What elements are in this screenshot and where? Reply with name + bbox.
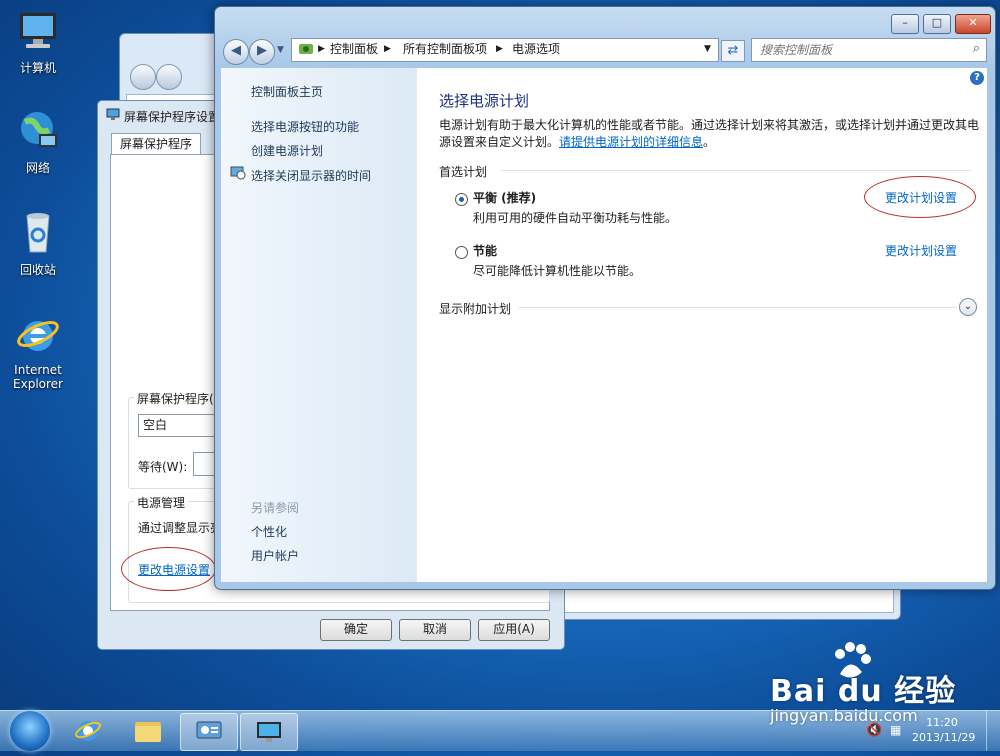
page-description-line2: 源设置来自定义计划。请提供电源计划的详细信息。 [439,133,715,150]
change-plan-settings-power-saver-link[interactable]: 更改计划设置 [885,242,957,259]
taskbar-control-panel-button[interactable] [180,713,238,751]
internet-explorer-icon [75,721,101,741]
sidebar-item-power-buttons[interactable]: 选择电源按钮的功能 [251,118,359,135]
plan-desc-power-saver: 尽可能降低计算机性能以节能。 [473,264,642,278]
search-box[interactable]: ⌕ [751,38,987,62]
sidebar-item-home[interactable]: 控制面板主页 [251,83,323,100]
change-plan-settings-balanced-link[interactable]: 更改计划设置 [885,189,957,206]
desktop-icon-label: Internet Explorer [13,363,63,391]
watermark-brand: Bai du 经验 [770,674,957,709]
tab-screensaver[interactable]: 屏幕保护程序 [111,133,202,154]
sidebar-item-create-plan[interactable]: 创建电源计划 [251,142,323,159]
desktop-icon-computer[interactable]: 计算机 [3,8,73,76]
address-dropdown-icon[interactable]: ▼ [704,39,711,60]
sidebar-item-user-accounts[interactable]: 用户帐户 [251,547,299,564]
plan-details-link[interactable]: 请提供电源计划的详细信息 [559,135,703,149]
volume-muted-icon[interactable]: 🔇 [866,723,882,738]
breadcrumb-item[interactable]: 所有控制面板项 [403,39,487,60]
description-text: 源设置来自定义计划。 [439,135,560,149]
network-globe-icon [21,112,57,147]
dialog-title: 屏幕保护程序设置 [124,110,221,124]
page-description-line1: 电源计划有助于最大化计算机的性能或者节能。通过选择计划来将其激活，或选择计划并通… [439,118,980,132]
change-power-settings-link[interactable]: 更改电源设置 [138,561,210,578]
desktop-icon-network[interactable]: 网络 [3,108,73,176]
apply-button[interactable]: 应用(A) [478,619,550,641]
maximize-button[interactable]: □ [923,14,951,34]
taskbar-explorer-button[interactable] [120,713,176,749]
forward-button[interactable]: ▶ [249,39,275,65]
internet-explorer-icon [17,321,59,351]
desktop-icon-label: 网络 [25,161,50,175]
power-options-window[interactable]: – □ ✕ ◀ ▶ ▼ ▶ 控制面板 ▶ 所有控制面板项 ▶ 电源选项 ▼ ⇄ … [214,6,996,590]
help-icon[interactable]: ? [970,71,984,85]
recent-pages-icon[interactable]: ▼ [277,45,284,55]
back-button[interactable]: ◀ [223,39,249,65]
ok-button[interactable]: 确定 [320,619,392,641]
plan-radio-balanced[interactable] [455,193,468,206]
breadcrumb-separator-icon: ▶ [318,44,325,54]
forward-button[interactable] [156,64,182,90]
plan-desc-balanced: 利用可用的硬件自动平衡功耗与性能。 [473,211,678,225]
main-content: ? 选择电源计划 电源计划有助于最大化计算机的性能或者节能。通过选择计划来将其激… [417,68,987,582]
see-also-heading: 另请参阅 [251,501,300,515]
plan-name-power-saver[interactable]: 节能 [473,242,497,259]
taskbar-display-settings-button[interactable] [240,713,298,751]
refresh-icon[interactable]: ⇄ [721,40,745,62]
system-clock[interactable]: 11:20 2013/11/29 [912,715,976,745]
desktop-icon-label: 计算机 [19,61,56,75]
show-desktop-button[interactable] [986,711,1000,751]
monitor-icon [106,108,120,120]
description-end: 。 [703,135,716,149]
desktop-icon-ie[interactable]: Internet Explorer [3,312,73,391]
clock-date: 2013/11/29 [912,731,976,744]
sidebar-item-display-off-time[interactable]: 选择关闭显示器的时间 [251,167,371,184]
show-additional-plans-label[interactable]: 显示附加计划 [439,300,511,317]
back-button[interactable] [130,64,156,90]
control-panel-icon [299,44,313,54]
control-panel-icon [196,721,222,739]
wait-label: 等待(W): [138,460,188,474]
recycle-bin-icon [26,213,50,253]
minimize-button[interactable]: – [891,14,919,34]
preferred-plans-divider [501,170,971,171]
display-timer-icon [230,166,246,180]
desktop-icon-label: 回收站 [19,263,56,277]
power-management-label: 电源管理 [134,494,189,511]
page-title: 选择电源计划 [439,92,530,110]
folder-icon [135,722,161,742]
screensaver-group-label: 屏幕保护程序(S [134,390,225,407]
close-button[interactable]: ✕ [955,14,991,34]
breadcrumb-separator-icon: ▶ [384,44,391,54]
search-input[interactable] [758,39,962,61]
preferred-plans-label: 首选计划 [439,165,488,179]
plan-name-balanced[interactable]: 平衡 (推荐) [473,189,536,206]
search-icon[interactable]: ⌕ [973,41,980,56]
taskbar-ie-button[interactable] [60,713,116,749]
breadcrumb-item[interactable]: 控制面板 [330,39,378,60]
sidebar-item-personalization[interactable]: 个性化 [251,523,287,540]
computer-icon [20,13,56,48]
breadcrumb-separator-icon: ▶ [496,44,503,54]
cancel-button[interactable]: 取消 [399,619,471,641]
network-tray-icon[interactable]: ▦ [890,723,901,737]
breadcrumb-item[interactable]: 电源选项 [512,39,560,60]
clock-time: 11:20 [926,716,958,729]
task-pane: 控制面板主页 选择电源按钮的功能 创建电源计划 选择关闭显示器的时间 另请参阅 … [221,68,417,582]
start-button[interactable] [10,711,50,751]
watermark-url: jingyan.baidu.com [770,706,918,725]
power-management-description: 通过调整显示亮 [138,521,223,535]
additional-plans-divider [519,307,957,308]
expand-chevron-icon[interactable]: ⌄ [959,298,977,316]
monitor-icon [257,722,281,742]
plan-radio-power-saver[interactable] [455,246,468,259]
address-bar[interactable]: ▶ 控制面板 ▶ 所有控制面板项 ▶ 电源选项 ▼ [291,38,719,62]
desktop-icon-recycle-bin[interactable]: 回收站 [3,210,73,278]
